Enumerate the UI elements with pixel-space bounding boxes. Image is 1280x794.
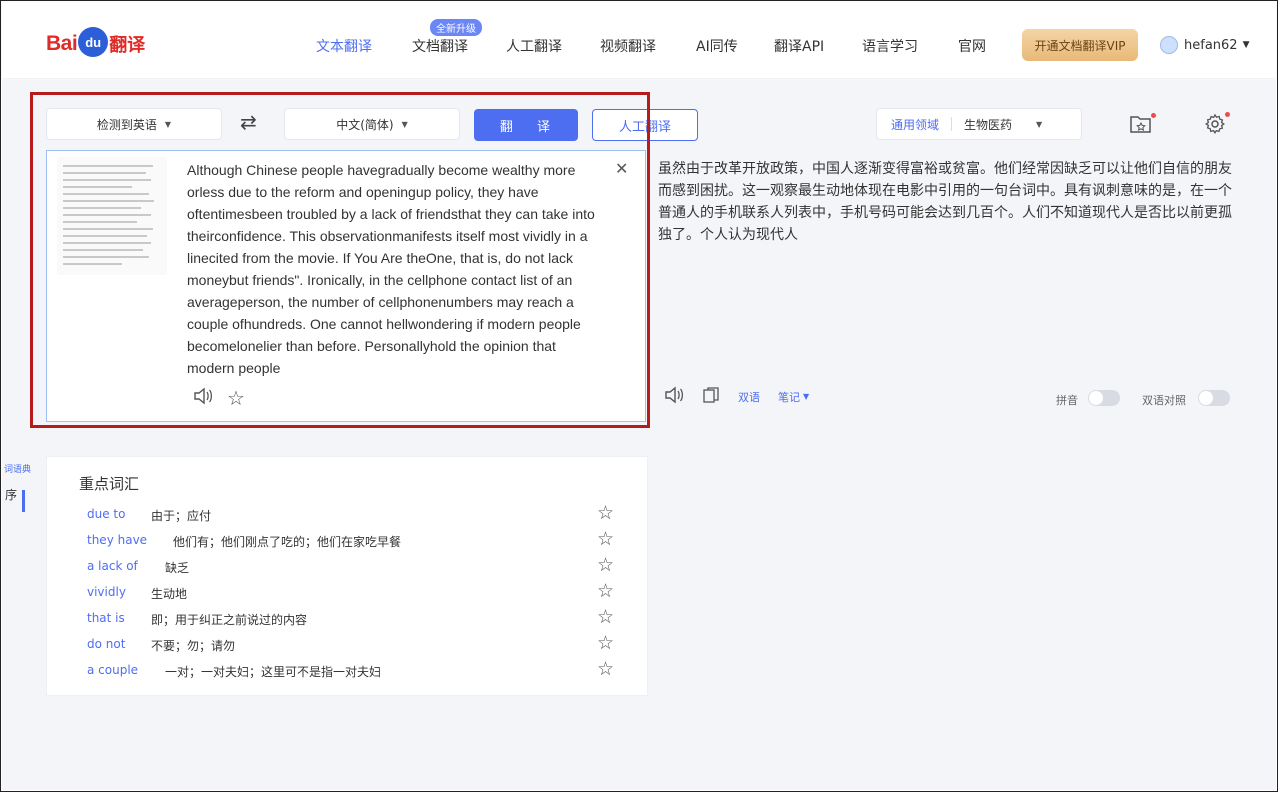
logo-paw-icon: du: [78, 27, 109, 57]
divider: [951, 117, 953, 131]
vocab-item: that is 即；用于纠正之前说过的内容 ☆: [87, 607, 627, 631]
vocab-meaning: 生动地: [151, 587, 188, 601]
side-tab-label[interactable]: 词语典: [4, 462, 31, 475]
vocab-title: 重点词汇: [79, 475, 140, 493]
vocab-word[interactable]: vividly: [87, 585, 126, 599]
star-icon[interactable]: ☆: [597, 503, 614, 523]
vocab-word[interactable]: a lack of: [87, 559, 138, 573]
translated-text[interactable]: 虽然由于改革开放政策，中国人逐渐变得富裕或贫富。他们经常因缺乏可以让他们自信的朋…: [658, 158, 1238, 246]
nav-human-translate[interactable]: 人工翻译: [506, 36, 562, 56]
compare-toggle-label: 双语对照: [1142, 394, 1186, 407]
source-language-label: 检测到英语: [96, 117, 157, 132]
swap-languages-icon[interactable]: ⇄: [240, 110, 257, 134]
source-tools: ☆: [193, 387, 245, 409]
username: hefan62: [1184, 37, 1238, 53]
logo-fanyi-text: 翻译: [109, 35, 146, 56]
caret-down-icon: ▼: [1036, 119, 1043, 129]
nav-doc-translate[interactable]: 文档翻译: [412, 36, 468, 56]
star-icon[interactable]: ☆: [597, 659, 614, 679]
source-input-panel[interactable]: Although Chinese people havegradually be…: [46, 150, 646, 422]
document-thumbnail: [57, 157, 167, 275]
nav-official-site[interactable]: 官网: [958, 36, 986, 56]
star-icon[interactable]: ☆: [597, 607, 614, 627]
caret-down-icon: ▼: [164, 119, 172, 129]
star-icon[interactable]: ☆: [227, 388, 245, 408]
caret-down-icon: ▼: [1242, 40, 1250, 50]
vocab-meaning: 一对；一对夫妇；这里可不是指一对夫妇: [165, 665, 382, 679]
compare-toggle[interactable]: [1198, 390, 1230, 406]
star-icon[interactable]: ☆: [597, 633, 614, 653]
bilingual-link[interactable]: 双语: [738, 389, 760, 405]
vocab-item: due to 由于；应付 ☆: [87, 503, 627, 527]
baidu-translate-logo[interactable]: Bai du 翻译: [46, 26, 145, 62]
target-tools: 双语 笔记 ▼: [664, 386, 809, 407]
copy-icon[interactable]: [702, 386, 720, 407]
vocab-word[interactable]: they have: [87, 533, 147, 547]
vocab-item: do not 不要；勿；请勿 ☆: [87, 633, 627, 657]
human-translate-button[interactable]: 人工翻译: [592, 109, 698, 141]
domain-select[interactable]: 通用领域 生物医药 ▼: [876, 108, 1082, 140]
vocab-item: they have 他们有；他们刚点了吃的；他们在家吃早餐 ☆: [87, 529, 627, 553]
side-tab-indicator: [22, 490, 25, 512]
notes-dropdown[interactable]: 笔记: [778, 389, 800, 405]
translate-button[interactable]: 翻 译: [474, 109, 578, 141]
vocab-meaning: 缺乏: [165, 561, 190, 575]
speaker-icon[interactable]: [664, 386, 684, 407]
vocab-word[interactable]: due to: [87, 507, 125, 521]
target-language-label: 中文(简体): [336, 117, 394, 132]
logo-bai-text: Bai: [46, 32, 78, 55]
domain-label: 通用领域: [891, 117, 940, 132]
domain-value: 生物医药: [964, 117, 1013, 132]
pinyin-toggle-label: 拼音: [1056, 394, 1078, 407]
notification-dot: [1151, 113, 1156, 118]
avatar-icon: [1160, 36, 1178, 54]
speaker-icon[interactable]: [193, 387, 213, 409]
star-icon[interactable]: ☆: [597, 555, 614, 575]
star-icon[interactable]: ☆: [597, 581, 614, 601]
star-icon[interactable]: ☆: [597, 529, 614, 549]
pinyin-toggle[interactable]: [1088, 390, 1120, 406]
vocab-meaning: 由于；应付: [151, 509, 212, 523]
nav-ai-interpret[interactable]: AI同传: [696, 36, 738, 56]
nav-language-learning[interactable]: 语言学习: [862, 36, 918, 56]
caret-down-icon: ▼: [803, 392, 810, 401]
nav-text-translate[interactable]: 文本翻译: [316, 36, 372, 56]
user-menu[interactable]: hefan62 ▼: [1160, 36, 1249, 54]
notification-dot: [1225, 112, 1230, 117]
vocab-word[interactable]: a couple: [87, 663, 138, 677]
vocab-meaning: 不要；勿；请勿: [151, 639, 236, 653]
vocab-word[interactable]: do not: [87, 637, 125, 651]
top-header: Bai du 翻译 文本翻译 文档翻译 人工翻译 视频翻译 AI同传 翻译API…: [2, 2, 1276, 78]
vocab-item: vividly 生动地 ☆: [87, 581, 627, 605]
vocab-meaning: 即；用于纠正之前说过的内容: [151, 613, 308, 627]
vip-button[interactable]: 开通文档翻译VIP: [1022, 29, 1138, 61]
vocab-item: a couple 一对；一对夫妇；这里可不是指一对夫妇 ☆: [87, 659, 627, 683]
vocab-item: a lack of 缺乏 ☆: [87, 555, 627, 579]
new-upgrade-badge: 全新升级: [430, 19, 482, 36]
target-language-select[interactable]: 中文(简体) ▼: [284, 108, 460, 140]
vocab-meaning: 他们有；他们刚点了吃的；他们在家吃早餐: [173, 535, 402, 549]
caret-down-icon: ▼: [401, 119, 408, 129]
clear-close-icon[interactable]: ✕: [615, 159, 628, 178]
nav-video-translate[interactable]: 视频翻译: [600, 36, 656, 56]
side-tab-char[interactable]: 序: [5, 486, 17, 503]
nav-translate-api[interactable]: 翻译API: [774, 36, 824, 56]
source-text[interactable]: Although Chinese people havegradually be…: [187, 159, 607, 379]
source-language-select[interactable]: 检测到英语 ▼: [46, 108, 222, 140]
vocab-word[interactable]: that is: [87, 611, 125, 625]
translation-output-panel: 虽然由于改革开放政策，中国人逐渐变得富裕或贫富。他们经常因缺乏可以让他们自信的朋…: [648, 150, 1248, 422]
key-vocabulary-panel: 重点词汇 due to 由于；应付 ☆ they have 他们有；他们刚点了吃…: [46, 456, 648, 696]
